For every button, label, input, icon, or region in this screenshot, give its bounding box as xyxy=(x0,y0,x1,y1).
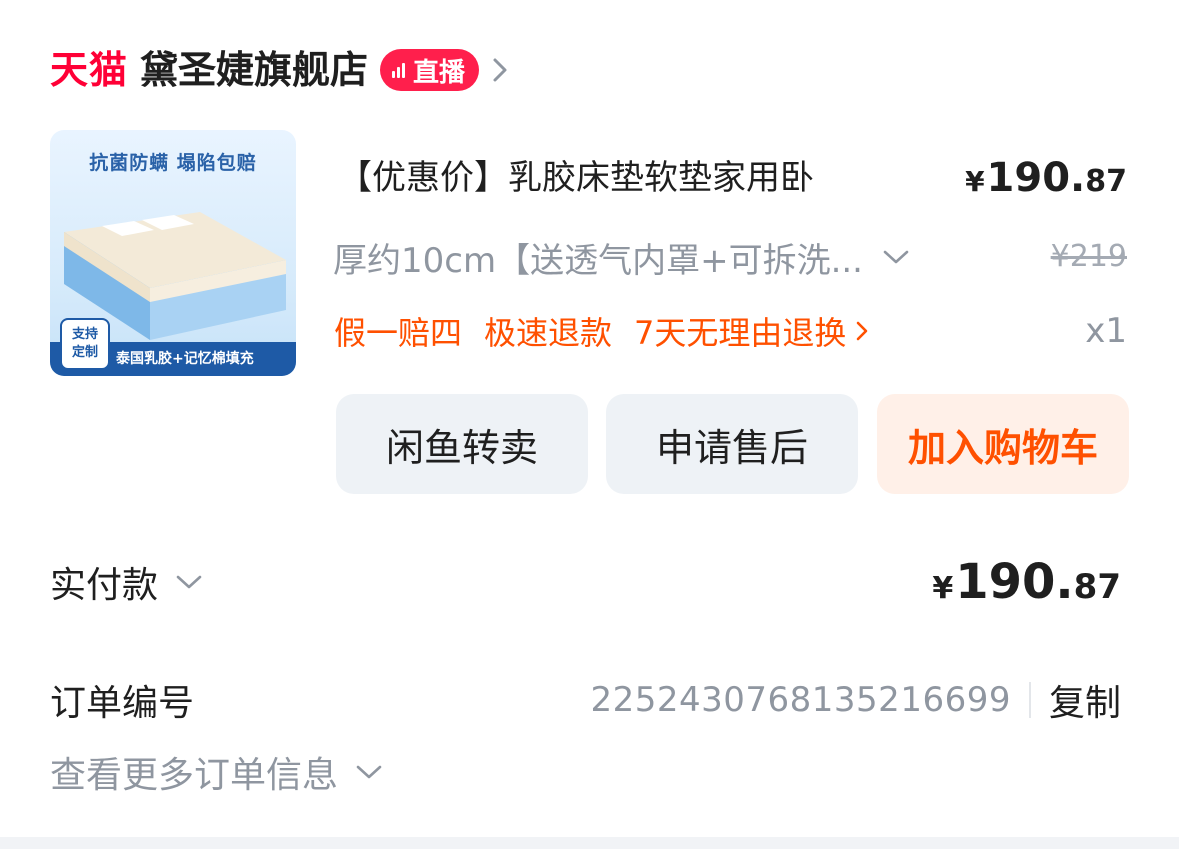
chevron-down-icon xyxy=(176,575,202,589)
product-spec: 厚约10cm【送透气内罩+可拆洗... xyxy=(333,240,863,281)
service-tag: 假一赔四 xyxy=(334,314,463,352)
after-sale-button[interactable]: 申请售后 xyxy=(606,394,858,494)
chevron-down-icon xyxy=(883,250,909,264)
service-tag: 极速退款 xyxy=(484,314,613,352)
original-price: ¥219 xyxy=(1050,239,1127,274)
product-title[interactable]: 【优惠价】乳胶床垫软垫家用卧 xyxy=(338,150,958,206)
service-tag: 7天无理由退换 xyxy=(634,314,847,352)
live-badge[interactable]: 直播 xyxy=(380,49,480,91)
more-order-info-label: 查看更多订单信息 xyxy=(50,755,339,796)
custom-badge: 支持 定制 xyxy=(60,318,110,370)
live-badge-label: 直播 xyxy=(413,57,466,88)
paid-label: 实付款 xyxy=(50,565,159,606)
order-number-group: 2252430768135216699 复制 xyxy=(590,672,1121,728)
chevron-right-icon[interactable] xyxy=(489,56,511,84)
paid-amount-toggle[interactable]: 实付款 xyxy=(50,552,204,612)
service-tags[interactable]: 假一赔四 极速退款 7天无理由退换 xyxy=(334,304,870,358)
image-caption: 泰国乳胶+记忆棉填充 xyxy=(116,351,254,367)
order-number-label: 订单编号 xyxy=(50,683,195,724)
shop-name[interactable]: 黛圣婕旗舰店 xyxy=(140,42,368,98)
more-order-info-toggle[interactable]: 查看更多订单信息 xyxy=(50,744,384,800)
copy-button[interactable]: 复制 xyxy=(1049,674,1121,726)
product-image[interactable]: 抗菌防螨 塌陷包赔 支持 定制 泰国乳胶+记忆棉填充 xyxy=(50,130,296,376)
divider xyxy=(1028,682,1031,718)
image-tagline: 抗菌防螨 塌陷包赔 xyxy=(89,152,257,174)
signal-bars-icon xyxy=(392,62,406,78)
paid-amount: ¥190.87 xyxy=(932,554,1121,610)
add-to-cart-button[interactable]: 加入购物车 xyxy=(877,394,1129,494)
order-number: 2252430768135216699 xyxy=(590,680,1011,720)
shop-header[interactable]: 天猫 黛圣婕旗舰店 直播 xyxy=(50,42,511,98)
tmall-logo: 天猫 xyxy=(50,48,129,92)
quantity: x1 xyxy=(1085,311,1127,351)
order-number-row: 订单编号 xyxy=(50,672,194,728)
section-divider xyxy=(0,837,1179,849)
chevron-right-icon xyxy=(857,321,868,341)
xianyu-resell-button[interactable]: 闲鱼转卖 xyxy=(336,394,588,494)
unit-price: ¥190.87 xyxy=(965,155,1127,201)
product-spec-selector[interactable]: 厚约10cm【送透气内罩+可拆洗... xyxy=(333,230,911,284)
chevron-down-icon xyxy=(356,765,382,779)
